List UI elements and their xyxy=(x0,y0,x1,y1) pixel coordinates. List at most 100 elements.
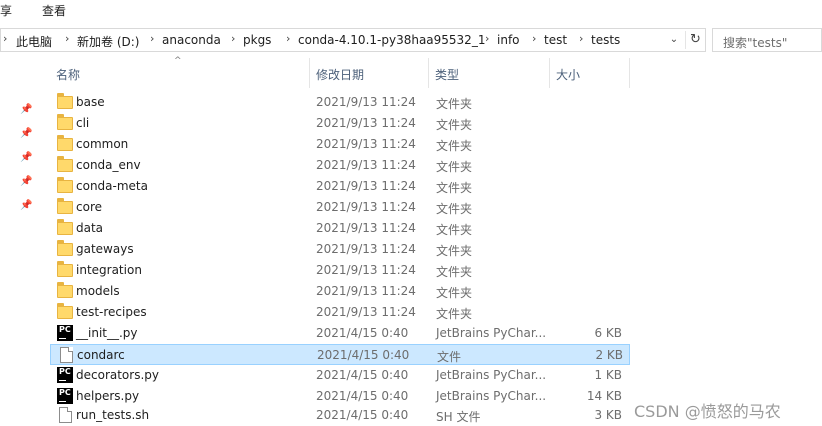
file-type: 文件夹 xyxy=(436,202,473,216)
breadcrumb-drive-d[interactable]: 新加卷 (D:) xyxy=(77,33,139,50)
file-row[interactable]: PC __init__.py 2021/4/15 0:40 JetBrains … xyxy=(50,323,630,344)
file-row[interactable]: conda_env 2021/9/13 11:24 文件夹 xyxy=(50,155,630,176)
file-row[interactable]: cli 2021/9/13 11:24 文件夹 xyxy=(50,113,630,134)
chevron-right-icon[interactable]: › xyxy=(3,32,7,45)
folder-icon xyxy=(57,177,73,193)
chevron-right-icon[interactable]: › xyxy=(65,32,69,45)
file-type: 文件夹 xyxy=(436,160,473,174)
file-row[interactable]: PC helpers.py 2021/4/15 0:40 JetBrains P… xyxy=(50,386,630,407)
file-date: 2021/9/13 11:24 xyxy=(316,137,416,151)
file-type: 文件 xyxy=(437,350,462,364)
file-name: integration xyxy=(76,263,142,277)
file-date: 2021/9/13 11:24 xyxy=(316,200,416,214)
chevron-right-icon[interactable]: › xyxy=(579,32,583,45)
column-header-size[interactable]: 大小 xyxy=(550,58,630,88)
file-name: __init__.py xyxy=(76,326,138,340)
file-size: 3 KB xyxy=(594,408,622,422)
file-row[interactable]: core 2021/9/13 11:24 文件夹 xyxy=(50,197,630,218)
chevron-right-icon[interactable]: › xyxy=(231,32,235,45)
file-date: 2021/4/15 0:40 xyxy=(316,389,409,403)
file-icon xyxy=(60,347,73,363)
sort-up-icon: ^ xyxy=(174,56,182,66)
file-icon xyxy=(59,407,72,423)
pin-icon: 📌 xyxy=(20,104,33,115)
chevron-down-icon[interactable]: ⌄ xyxy=(665,31,683,49)
breadcrumb-pkgs[interactable]: pkgs xyxy=(243,33,271,47)
file-row-selected[interactable]: condarc 2021/4/15 0:40 文件 2 KB xyxy=(50,344,630,365)
file-size: 6 KB xyxy=(594,326,622,340)
file-name: decorators.py xyxy=(76,368,159,382)
file-date: 2021/9/13 11:24 xyxy=(316,242,416,256)
file-type: 文件夹 xyxy=(436,97,473,111)
file-date: 2021/4/15 0:40 xyxy=(316,408,409,422)
file-row[interactable]: common 2021/9/13 11:24 文件夹 xyxy=(50,134,630,155)
pycharm-file-icon: PC xyxy=(57,325,73,341)
breadcrumb-conda-package[interactable]: conda-4.10.1-py38haa95532_1 xyxy=(298,33,485,47)
file-row[interactable]: run_tests.sh 2021/4/15 0:40 SH 文件 3 KB xyxy=(50,405,630,426)
breadcrumb-tests[interactable]: tests xyxy=(591,33,620,47)
file-date: 2021/9/13 11:24 xyxy=(316,95,416,109)
file-date: 2021/4/15 0:40 xyxy=(316,368,409,382)
folder-icon xyxy=(57,261,73,277)
file-name: base xyxy=(76,95,105,109)
file-type: SH 文件 xyxy=(436,410,481,424)
column-header-type[interactable]: 类型 xyxy=(429,58,549,88)
breadcrumb-info[interactable]: info xyxy=(497,33,520,47)
address-bar[interactable]: › 此电脑 › 新加卷 (D:) › anaconda › pkgs › con… xyxy=(0,28,706,52)
file-name: test-recipes xyxy=(76,305,147,319)
file-name: data xyxy=(76,221,104,235)
file-row[interactable]: conda-meta 2021/9/13 11:24 文件夹 xyxy=(50,176,630,197)
column-header-date[interactable]: 修改日期 xyxy=(310,58,428,88)
file-date: 2021/9/13 11:24 xyxy=(316,263,416,277)
chevron-right-icon[interactable]: › xyxy=(485,32,489,45)
folder-icon xyxy=(57,282,73,298)
chevron-right-icon[interactable]: › xyxy=(532,32,536,45)
file-type: 文件夹 xyxy=(436,118,473,132)
ribbon-tab-share[interactable]: 享 xyxy=(0,2,12,19)
folder-icon xyxy=(57,156,73,172)
column-header-date-label: 修改日期 xyxy=(316,68,365,82)
pycharm-file-icon: PC xyxy=(57,388,73,404)
search-input[interactable]: 搜索"tests" xyxy=(712,28,822,52)
file-row[interactable]: models 2021/9/13 11:24 文件夹 xyxy=(50,281,630,302)
file-name: core xyxy=(76,200,102,214)
csdn-watermark: CSDN @愤怒的马农 xyxy=(634,402,781,421)
file-type: 文件夹 xyxy=(436,181,473,195)
file-date: 2021/9/13 11:24 xyxy=(316,305,416,319)
file-row[interactable]: integration 2021/9/13 11:24 文件夹 xyxy=(50,260,630,281)
file-name: cli xyxy=(76,116,90,130)
folder-icon xyxy=(57,240,73,256)
file-type: 文件夹 xyxy=(436,265,473,279)
ribbon-bar: 享 查看 xyxy=(0,0,822,22)
file-type: 文件夹 xyxy=(436,286,473,300)
file-row[interactable]: data 2021/9/13 11:24 文件夹 xyxy=(50,218,630,239)
file-row[interactable]: base 2021/9/13 11:24 文件夹 xyxy=(50,92,630,113)
file-type: 文件夹 xyxy=(436,307,473,321)
breadcrumb-test[interactable]: test xyxy=(544,33,567,47)
file-name: run_tests.sh xyxy=(76,408,150,422)
refresh-icon[interactable]: ↻ xyxy=(685,31,705,49)
file-row[interactable]: test-recipes 2021/9/13 11:24 文件夹 xyxy=(50,302,630,323)
file-type: JetBrains PyChar... xyxy=(436,326,547,340)
folder-icon xyxy=(57,219,73,235)
search-placeholder: 搜索"tests" xyxy=(723,36,788,50)
breadcrumb-this-pc[interactable]: 此电脑 xyxy=(16,33,52,50)
column-header-size-label: 大小 xyxy=(556,68,581,82)
chevron-right-icon[interactable]: › xyxy=(286,32,290,45)
file-date: 2021/9/13 11:24 xyxy=(316,284,416,298)
folder-icon xyxy=(57,93,73,109)
file-row[interactable]: gateways 2021/9/13 11:24 文件夹 xyxy=(50,239,630,260)
ribbon-tab-view[interactable]: 查看 xyxy=(42,2,66,19)
column-divider[interactable] xyxy=(629,58,630,88)
file-size: 14 KB xyxy=(586,389,622,403)
file-name: gateways xyxy=(76,242,134,256)
pycharm-file-icon: PC xyxy=(57,367,73,383)
pin-icon: 📌 xyxy=(20,128,33,139)
chevron-right-icon[interactable]: › xyxy=(150,32,154,45)
breadcrumb-anaconda[interactable]: anaconda xyxy=(162,33,221,47)
file-name: condarc xyxy=(77,348,125,362)
pin-icon: 📌 xyxy=(20,176,33,187)
file-row[interactable]: PC decorators.py 2021/4/15 0:40 JetBrain… xyxy=(50,365,630,386)
folder-icon xyxy=(57,198,73,214)
folder-icon xyxy=(57,303,73,319)
